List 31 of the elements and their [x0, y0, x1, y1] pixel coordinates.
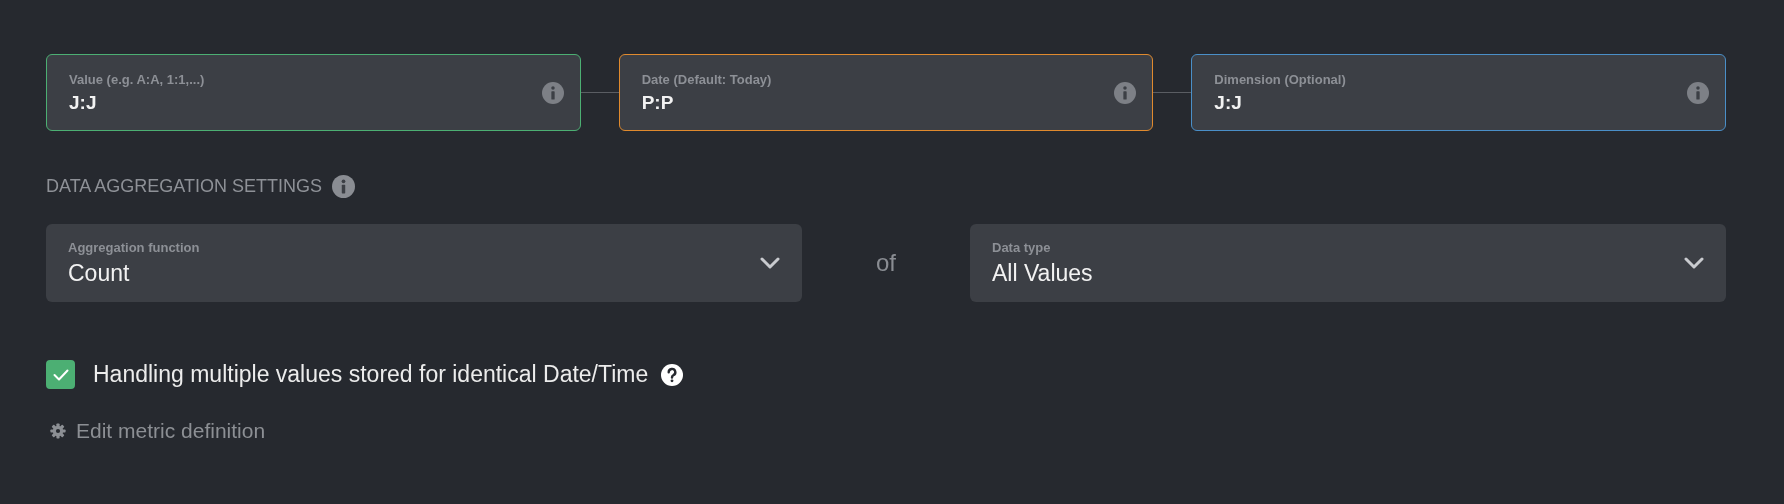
dropdown-label: Data type — [992, 239, 1051, 255]
field-label: Value (e.g. A:A, 1:1,...) — [69, 71, 205, 87]
checkmark-icon — [52, 368, 69, 381]
field-label: Date (Default: Today) — [641, 71, 772, 87]
checkbox-label: Handling multiple values stored for identical Date/Time — [93, 361, 649, 388]
field-value: J:J — [1214, 91, 1242, 114]
dropdown-value: Count — [68, 259, 130, 287]
input-field[interactable]: Value (e.g. A:A, 1:1,...) J:J — [46, 54, 581, 131]
dropdown[interactable]: Data type All Values — [970, 224, 1726, 302]
dropdown-value: All Values — [992, 259, 1093, 287]
field-value: P:P — [641, 91, 674, 114]
info-icon — [541, 81, 564, 104]
edit-link[interactable]: Edit metric definition — [50, 419, 266, 443]
joiner-text: of — [876, 249, 896, 277]
dropdown-label: Aggregation function — [68, 239, 200, 255]
connector-line — [1153, 92, 1192, 93]
chevron-down-icon — [760, 257, 780, 269]
input-field[interactable]: Date (Default: Today) P:P — [618, 54, 1154, 131]
dropdown[interactable]: Aggregation function Count — [46, 224, 802, 302]
connector-line — [580, 92, 619, 93]
chevron-down-icon — [1684, 257, 1704, 269]
info-icon — [1114, 81, 1137, 104]
info-icon — [332, 175, 356, 198]
gear-icon — [50, 423, 66, 439]
help-icon — [661, 363, 684, 386]
field-label: Dimension (Optional) — [1214, 71, 1346, 87]
section-title: DATA AGGREGATION SETTINGS — [46, 176, 323, 197]
field-value: J:J — [69, 91, 97, 114]
input-field[interactable]: Dimension (Optional) J:J — [1191, 54, 1726, 131]
checkbox[interactable] — [46, 360, 75, 389]
info-icon — [1687, 81, 1709, 104]
